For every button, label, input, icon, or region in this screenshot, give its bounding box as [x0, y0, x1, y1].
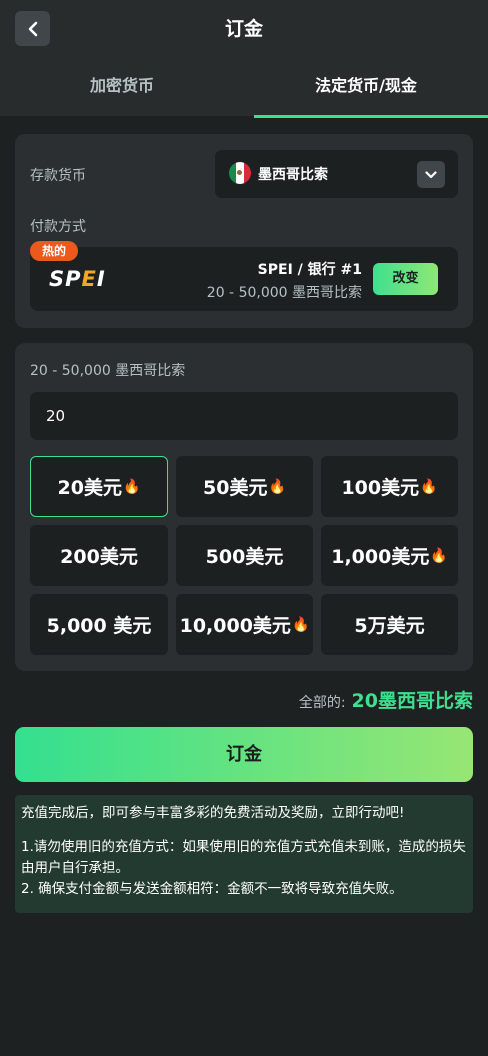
amount-option-label: 200美元: [60, 546, 138, 568]
mexico-flag-icon: [229, 162, 251, 184]
amount-range-label: 20 - 50,000 墨西哥比索: [30, 363, 186, 379]
amount-option[interactable]: 10,000美元 🔥: [176, 594, 313, 655]
payment-method-label: 付款方式: [30, 219, 86, 235]
payment-method-name: SPEI / 银行 #1: [257, 262, 362, 278]
notice-line: 充值完成后，即可参与丰富多彩的免费活动及奖励，立即行动吧!: [21, 805, 405, 821]
amount-input[interactable]: [30, 392, 458, 440]
amount-card: 20 - 50,000 墨西哥比索 20美元🔥 50美元🔥 100美元🔥 200…: [15, 343, 473, 671]
tab-bar: 加密货币 法定货币/现金: [0, 58, 488, 118]
payment-method-range: 20 - 50,000 墨西哥比索: [206, 285, 362, 301]
amount-option[interactable]: 20美元 🔥: [30, 456, 168, 517]
change-payment-button[interactable]: 改变: [373, 263, 438, 295]
amount-option[interactable]: 5,000 美元: [30, 594, 168, 655]
amount-option-label: 50美元: [203, 477, 268, 499]
payment-method-box[interactable]: 热的 SPEI SPEI / 银行 #1 20 - 50,000 墨西哥比索 改…: [30, 241, 458, 311]
notice-box: 充值完成后，即可参与丰富多彩的免费活动及奖励，立即行动吧! 1.请勿使用旧的充值…: [15, 795, 473, 913]
fire-icon: 🔥: [291, 616, 310, 633]
notice-line: 1.请勿使用旧的充值方式：如果使用旧的充值方式充值未到账，造成的损失由用户自行承…: [21, 839, 466, 876]
deposit-settings-card: 存款货币 墨西哥比索 付款方式 热的 SPEI SPEI / 银行 #1 20 …: [15, 134, 473, 328]
amount-options: 20美元 🔥 50美元 🔥 100美元 🔥 200美元 500美元 1,000美元 🔥 …: [30, 456, 458, 655]
currency-value: 墨西哥比索: [258, 167, 328, 183]
amount-option-label: 1,000美元: [331, 546, 430, 568]
page-title: 订金: [224, 18, 263, 40]
total-row: 全部的: 20墨西哥比索: [299, 686, 473, 713]
amount-option[interactable]: 1,000美元 🔥: [321, 525, 458, 586]
tab-fiat-cash[interactable]: 法定货币/现金: [244, 58, 488, 118]
currency-select[interactable]: 墨西哥比索: [215, 150, 458, 198]
amount-option-label: 10,000美元: [179, 615, 291, 637]
amount-option[interactable]: 200美元: [30, 525, 168, 586]
fire-icon: 🔥: [430, 547, 448, 564]
notice-line: 2. 确保支付金额与发送金额相符：金额不一致将导致充值失败。: [21, 881, 403, 897]
amount-option[interactable]: 50美元 🔥: [176, 456, 313, 517]
tab-crypto[interactable]: 加密货币: [0, 58, 244, 116]
amount-option-label: 20美元: [57, 477, 122, 499]
fire-icon: 🔥: [420, 478, 438, 495]
fire-icon: 🔥: [123, 478, 141, 495]
currency-label: 存款货币: [30, 168, 86, 184]
amount-option-label: 5万美元: [354, 615, 425, 637]
fire-icon: 🔥: [268, 478, 286, 495]
hot-badge: 热的: [30, 241, 79, 261]
deposit-button[interactable]: 订金: [15, 727, 473, 782]
total-value: 20墨西哥比索: [351, 690, 473, 712]
dropdown-button[interactable]: [417, 161, 445, 188]
amount-option-label: 100美元: [341, 477, 420, 499]
amount-option[interactable]: 100美元 🔥: [321, 456, 458, 517]
chevron-down-icon: [425, 170, 437, 178]
total-label: 全部的:: [298, 695, 346, 711]
amount-option[interactable]: 5万美元: [321, 594, 458, 655]
header: 订金: [0, 0, 488, 58]
spei-logo: SPEI: [49, 267, 105, 291]
amount-option-label: 5,000 美元: [46, 615, 152, 637]
amount-option-label: 500美元: [205, 546, 284, 568]
amount-option[interactable]: 500美元: [176, 525, 313, 586]
